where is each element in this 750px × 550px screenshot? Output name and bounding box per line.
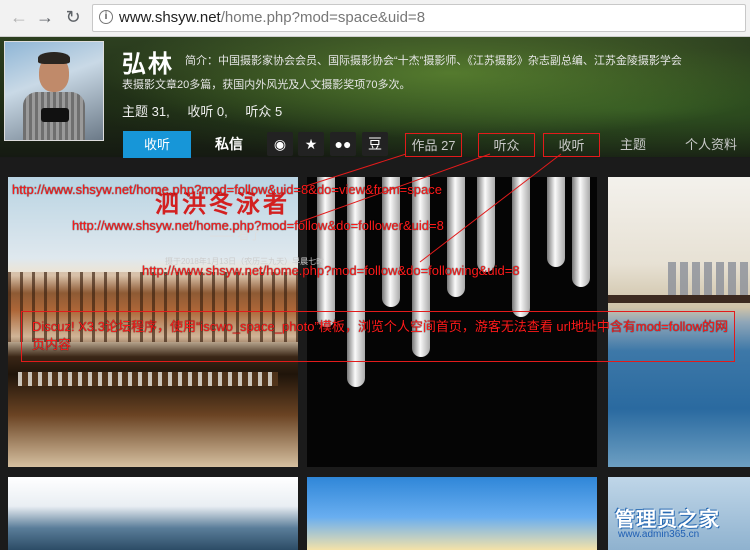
back-arrow-icon[interactable]: ← [8,6,30,28]
photo-card-bottom-left[interactable] [8,477,298,550]
tab-topics[interactable]: 主题 [608,133,658,157]
wechat-icon[interactable]: ●● [330,132,356,156]
tab-profile[interactable]: 个人资料 [672,133,750,157]
info-icon[interactable]: i [99,10,113,24]
profile-bio-line2: 表摄影文章20多篇，获国内外风光及人文摄影奖项70多次。 [122,79,411,91]
profile-name: 弘林 [122,51,174,78]
watermark-url: www.admin365.cn [618,529,700,540]
photo-shore [608,295,750,303]
camera-icon [41,108,69,122]
reload-icon[interactable]: ↻ [62,6,84,28]
url-host: www.shsyw.net [119,9,221,26]
browser-toolbar: ← → ↻ i www.shsyw.net/home.php?mod=space… [0,0,750,37]
url-text[interactable]: www.shsyw.net/home.php?mod=space&uid=8 [119,9,425,26]
icicle [317,177,335,327]
address-bar[interactable]: i www.shsyw.net/home.php?mod=space&uid=8 [92,4,746,32]
douban-icon[interactable]: 豆 [362,132,388,156]
profile-stats: 主题 31, 收听 0, 听众 5 [122,101,296,120]
tab-followers[interactable]: 听众 [478,133,535,157]
tab-following[interactable]: 收听 [543,133,600,157]
icicle [447,177,465,297]
avatar[interactable] [4,41,104,141]
pm-link[interactable]: 私信 [215,131,243,158]
photo-fence [18,372,278,386]
follow-button[interactable]: 收听 [123,131,191,158]
watermark-logo: 管理员之家 [615,509,720,531]
photo-card-bottom-middle[interactable] [307,477,597,550]
annotation-url-works: http://www.shsyw.net/home.php?mod=follow… [12,182,442,197]
photo-city-skyline [668,262,750,297]
annotation-url-followers: http://www.shsyw.net/home.php?mod=follow… [72,218,444,233]
icicle [477,177,495,272]
avatar-hair [38,52,70,64]
annotation-note: Discuz! X3.3论坛程序，使用“iscwo_space_photo”模板… [32,319,728,352]
annotation-url-following: http://www.shsyw.net/home.php?mod=follow… [142,263,520,278]
stat-following[interactable]: 收听 0, [187,104,227,119]
star-icon[interactable]: ★ [298,132,324,156]
icicle [512,177,530,317]
icicle [572,177,590,287]
stat-topics[interactable]: 主题 31, [122,104,170,119]
profile-bio-line1: 简介：中国摄影家协会会员、国际摄影协会“十杰”摄影师、《江苏摄影》杂志副总编、江… [185,55,682,67]
stat-followers[interactable]: 听众 5 [245,104,282,119]
tab-works[interactable]: 作品 27 [405,133,462,157]
icicle [547,177,565,267]
weibo-icon[interactable]: ◉ [267,132,293,156]
url-path: /home.php?mod=space&uid=8 [220,9,426,26]
forward-arrow-icon[interactable]: → [34,6,56,28]
